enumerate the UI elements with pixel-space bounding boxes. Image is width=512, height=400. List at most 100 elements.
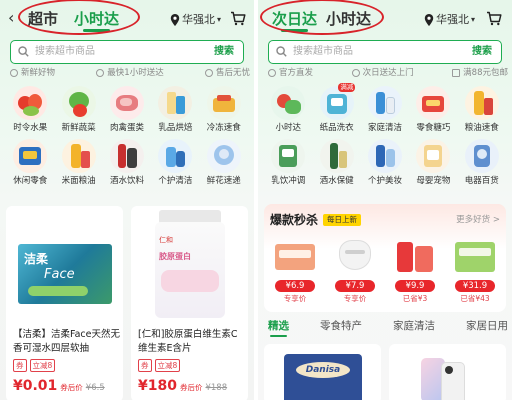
category-hourly[interactable]: 小时达 <box>264 86 312 133</box>
category-wine-health[interactable]: 酒水保健 <box>312 139 360 186</box>
category-cosmetics[interactable]: 个护美妆 <box>361 139 409 186</box>
flash-sale-title: 爆款秒杀 <box>270 213 319 227</box>
milk-drink-icon <box>271 139 306 173</box>
cart-icon[interactable] <box>230 11 246 26</box>
more-link[interactable]: 更多好货 > <box>456 213 500 225</box>
product-image: 洁柔 Face <box>14 220 116 320</box>
hourly-delivery-icon <box>271 86 306 120</box>
frozen-food-icon <box>206 86 241 120</box>
appliance-icon <box>464 139 499 173</box>
product-brand: 洁柔 <box>24 252 49 266</box>
category-grid: 时令水果 新鲜蔬菜 肉禽蛋类 乳品烘焙 冷冻速食 休闲零食 米面粮油 酒水饮料 … <box>6 86 248 186</box>
product-promo: 券 立减8 <box>138 359 181 372</box>
badge-label: 售后无忧 <box>215 68 250 78</box>
category-grain[interactable]: 粮油速食 <box>458 86 506 133</box>
search-bar[interactable]: 搜索超市商品 搜索 <box>10 40 244 64</box>
coupon-badge: 券 <box>13 359 27 372</box>
search-input[interactable]: 搜索超市商品 <box>293 46 353 58</box>
flash-sale-items: ¥6.9 专享价 ¥7.9 专享价 ¥9.9 已省¥3 ¥31.9 已省¥43 <box>268 234 502 303</box>
badge-label: 新鲜好物 <box>21 68 56 78</box>
category-appliance[interactable]: 电器百货 <box>458 139 506 186</box>
price-note: 券后价 <box>179 383 203 392</box>
discount-badge: 立减8 <box>154 359 181 372</box>
category-flower[interactable]: 鲜花速递 <box>200 139 248 186</box>
sale-price: ¥6.9 <box>275 280 315 292</box>
category-vegetable[interactable]: 新鲜蔬菜 <box>54 86 102 133</box>
service-badge: 次日送达上门 <box>351 66 414 80</box>
category-label: 粮油速食 <box>464 123 499 133</box>
sale-price: ¥31.9 <box>455 280 495 292</box>
search-input[interactable]: 搜索超市商品 <box>35 46 95 58</box>
category-candy[interactable]: 零食糖巧 <box>409 86 457 133</box>
flash-sale-item[interactable]: ¥9.9 已省¥3 <box>388 234 442 303</box>
search-button[interactable]: 搜索 <box>465 43 499 60</box>
sale-price: ¥7.9 <box>335 280 375 292</box>
category-drinks[interactable]: 酒水饮料 <box>103 139 151 186</box>
flash-sale-header: 爆款秒杀 每日上新 <box>270 211 362 228</box>
location-label: 华强北 <box>182 13 215 26</box>
product-image <box>331 234 379 278</box>
category-snack[interactable]: 休闲零食 <box>6 139 54 186</box>
category-label: 母婴宠物 <box>416 176 451 186</box>
feed-card[interactable]: Danisa <box>264 344 381 400</box>
sale-note: 已省¥3 <box>402 294 428 303</box>
sale-price: ¥9.9 <box>395 280 435 292</box>
location-pin-icon <box>424 13 434 26</box>
category-grain-oil[interactable]: 米面粮油 <box>54 139 102 186</box>
check-circle-icon <box>204 69 213 77</box>
flash-sale-item[interactable]: ¥7.9 专享价 <box>328 234 382 303</box>
product-card[interactable]: 洁柔 Face 【洁柔】洁柔Face天然无香可湿水四层软抽 券 立减8 ¥0.0… <box>6 206 123 400</box>
current-price: ¥180 <box>138 378 177 394</box>
fruit-icon <box>13 86 48 120</box>
category-tag: 满减 <box>338 83 356 92</box>
original-price: ¥6.5 <box>85 383 105 393</box>
price-note: 券后价 <box>60 383 83 392</box>
category-fruit[interactable]: 时令水果 <box>6 86 54 133</box>
category-home-cleaning[interactable]: 家庭清洁 <box>361 86 409 133</box>
category-baby-pet[interactable]: 母婴宠物 <box>409 139 457 186</box>
candy-icon <box>416 86 451 120</box>
feed-tab-snacks[interactable]: 零食特产 <box>320 318 362 333</box>
search-bar[interactable]: 搜索超市商品 搜索 <box>268 40 502 64</box>
category-grid: 小时达 满减 纸品洗衣 家庭清洁 零食糖巧 粮油速食 乳饮冲调 酒水保健 个护美… <box>264 83 506 186</box>
current-price: ¥0.01 <box>13 378 58 394</box>
category-milk-drink[interactable]: 乳饮冲调 <box>264 139 312 186</box>
category-label: 新鲜蔬菜 <box>61 123 96 133</box>
feed-tab-featured[interactable]: 精选 <box>268 318 289 337</box>
category-meat[interactable]: 肉禽蛋类 <box>103 86 151 133</box>
feed-card[interactable]: phone <box>389 344 506 400</box>
back-icon[interactable]: ‹ <box>8 10 14 26</box>
product-price: ¥0.01 券后价 ¥6.5 <box>13 378 105 394</box>
search-icon <box>18 46 29 57</box>
product-card[interactable]: 仁和 胶原蛋白 [仁和]胶原蛋白维生素C维生素E含片 券 立减8 ¥180 券后… <box>131 206 248 400</box>
cosmetics-icon <box>367 139 402 173</box>
category-label: 电器百货 <box>464 176 499 186</box>
home-cleaning-icon <box>367 86 402 120</box>
flash-sale-item[interactable]: ¥31.9 已省¥43 <box>448 234 502 303</box>
baby-pet-icon <box>416 139 451 173</box>
location-selector[interactable]: 华强北 ▾ <box>424 13 475 26</box>
product-title: [仁和]胶原蛋白维生素C维生素E含片 <box>138 329 238 354</box>
discount-badge: 立减8 <box>29 359 56 372</box>
search-button[interactable]: 搜索 <box>207 43 241 60</box>
location-selector[interactable]: 华强北 ▾ <box>170 13 221 26</box>
service-badge: 满88元包邮 <box>452 66 508 80</box>
sale-note: 专享价 <box>343 294 367 303</box>
check-circle-icon <box>351 69 360 77</box>
product-image: Danisa <box>284 354 362 400</box>
chevron-down-icon: ▾ <box>217 15 222 24</box>
flash-sale-badge: 每日上新 <box>323 213 362 226</box>
category-dairy[interactable]: 乳品烘焙 <box>151 86 199 133</box>
personal-care-icon <box>158 139 193 173</box>
search-icon <box>276 46 287 57</box>
flash-sale-item[interactable]: ¥6.9 专享价 <box>268 234 322 303</box>
category-paper-laundry[interactable]: 满减 纸品洗衣 <box>312 83 360 133</box>
product-image <box>391 234 439 278</box>
feed-tab-home[interactable]: 家居日用 <box>466 318 508 333</box>
category-frozen[interactable]: 冷冻速食 <box>200 86 248 133</box>
feed-tab-cleaning[interactable]: 家庭清洁 <box>393 318 435 333</box>
cart-icon[interactable] <box>486 11 502 26</box>
service-badge: 官方直发 <box>268 66 313 80</box>
box-icon <box>452 69 461 77</box>
category-personal-care[interactable]: 个护清洁 <box>151 139 199 186</box>
